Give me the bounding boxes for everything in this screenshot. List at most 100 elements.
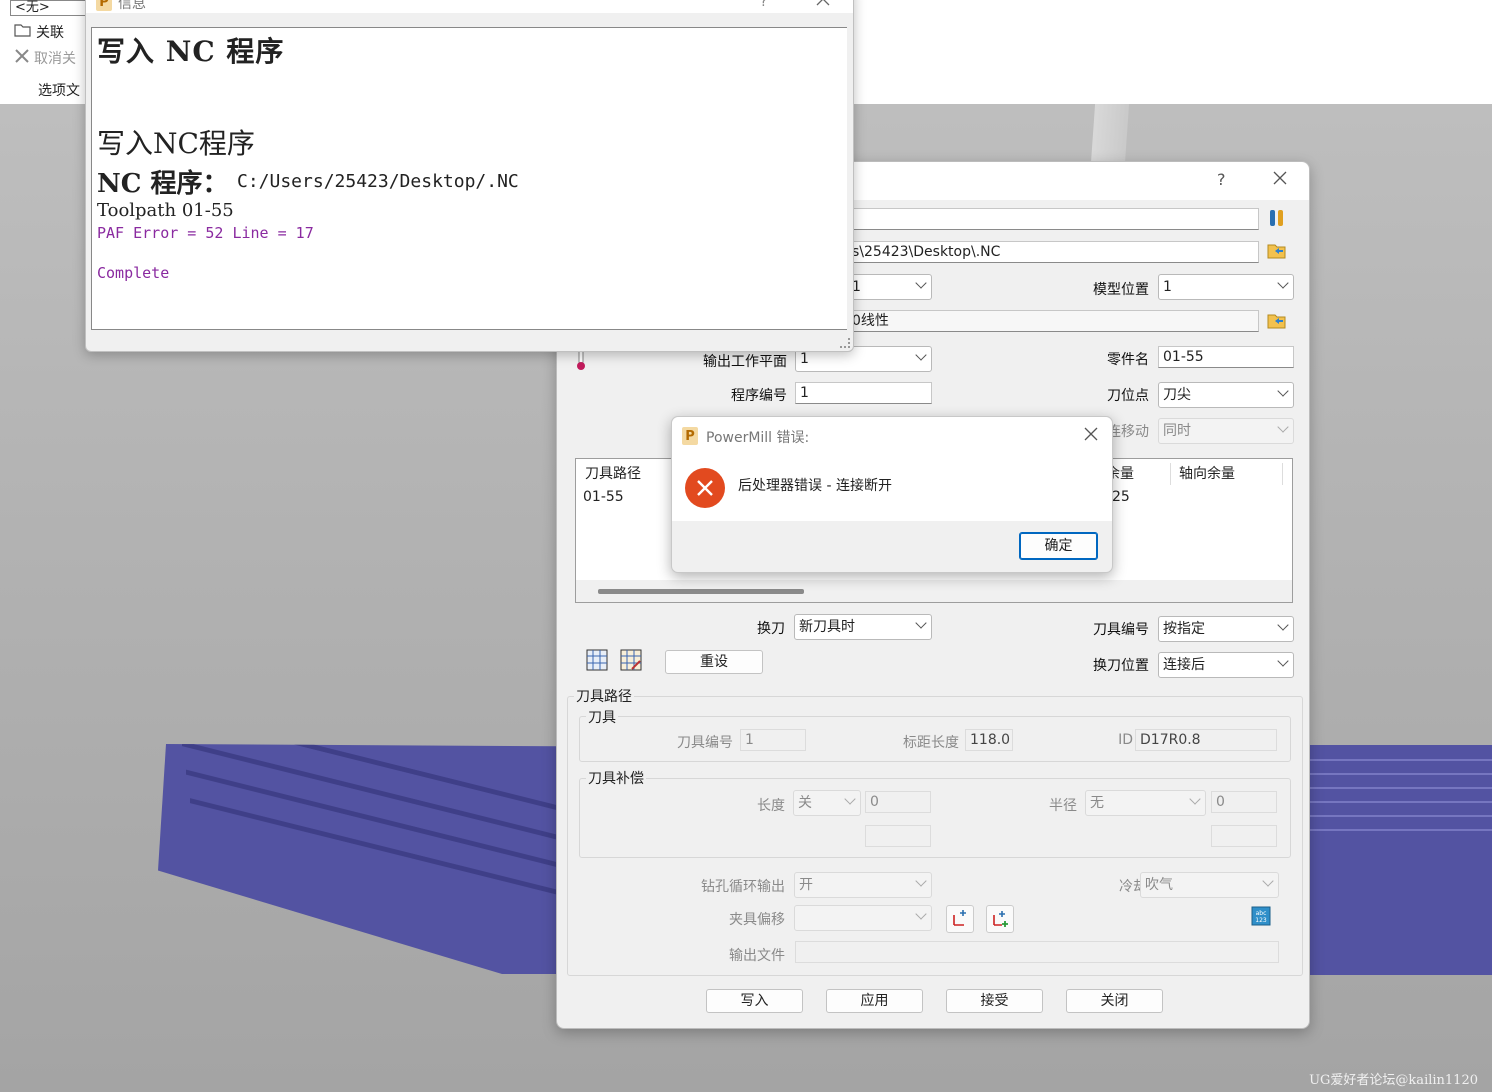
part-name-label: 零件名 [1107,352,1149,368]
program-number-input[interactable]: 1 [795,382,932,404]
tool-change-position-select[interactable]: 连接后 [1158,652,1294,678]
complete-line: Complete [97,264,170,282]
radius-comp-input-2[interactable] [1211,825,1277,847]
tool-id-label: ID [1118,732,1133,748]
tool-change-select[interactable]: 新刀具时 [794,614,932,640]
fixture-offset-label: 夹具偏移 [729,912,785,928]
gauge-length-label: 标距长度 [903,735,959,751]
output-file-label: 输出文件 [729,948,785,964]
radius-comp-input[interactable]: 0 [1211,791,1277,813]
drill-cycle-label: 钻孔循环输出 [701,879,785,895]
close-icon[interactable] [1273,170,1287,189]
assoc-item[interactable]: 关联 [14,22,64,42]
list-item[interactable]: 01-55 [583,489,624,505]
error-icon [684,467,726,513]
write-button[interactable]: 写入 [706,989,803,1013]
grid-edit-icon[interactable] [619,648,643,672]
powermill-logo-icon: P [96,0,112,11]
nc-program-label: NC 程序： [97,169,229,199]
info-title: 信息 [118,0,146,12]
tool-id-input: D17R0.8 [1135,729,1277,751]
resize-grip[interactable] [840,338,850,348]
watermark: UG爱好者论坛@kailin1120 [1309,1073,1478,1088]
output-path-input[interactable]: s\25423\Desktop\.NC [847,241,1259,263]
info-titlebar: P 信息 [86,0,853,13]
selector-dropdown[interactable]: <无> [10,0,90,16]
info-heading: 写入 NC 程序 [97,35,285,68]
tool-settings-icon[interactable] [1265,206,1289,230]
unassoc-item[interactable]: 取消关 [14,48,76,68]
toolpath-group-title: 刀具路径 [574,686,634,706]
svg-text:123: 123 [1255,917,1267,924]
tool-number-mode-select[interactable]: 按指定 [1158,616,1294,642]
tool-point-select[interactable]: 刀尖 [1158,382,1294,408]
paf-error-line: PAF Error = 52 Line = 17 [97,224,314,242]
toolpath-line: Toolpath 01-55 [97,200,234,221]
axis-move-icon[interactable] [946,905,974,933]
list-header-toolpath: 刀具路径 [585,466,641,482]
info-subheading: 写入NC程序 [97,127,255,160]
error-message: 后处理器错误 - 连接断开 [738,478,892,494]
length-comp-input-2[interactable] [865,825,931,847]
length-comp-select[interactable]: 关 [793,790,861,816]
model-pillar [1090,104,1130,164]
tool-number-label: 刀具编号 [677,735,733,751]
tool-group-title: 刀具 [586,707,618,727]
program-number-label: 程序编号 [731,388,787,404]
accept-button[interactable]: 接受 [946,989,1043,1013]
model-position-label: 模型位置 [1093,282,1149,298]
info-content[interactable]: 写入 NC 程序 写入NC程序 NC 程序： C:/Users/25423/De… [91,27,847,330]
reset-button[interactable]: 重设 [665,650,763,674]
output-workplane-label: 输出工作平面 [703,354,787,370]
ok-button[interactable]: 确定 [1019,532,1098,560]
folder-open-icon[interactable] [1265,309,1289,333]
tool-number-mode-label: 刀具编号 [1093,622,1149,638]
powermill-logo-icon: P [682,427,698,445]
folder-open-icon [14,23,32,41]
close-button[interactable]: 关闭 [1066,989,1163,1013]
help-button[interactable]: ? [1217,170,1226,189]
move-mode-select[interactable]: 同时 [1158,418,1294,444]
close-icon [14,48,30,68]
error-dialog-body: P PowerMill 错误: 后处理器错误 - 连接断开 [672,417,1112,521]
close-icon[interactable] [816,0,830,10]
nc-program-path: C:/Users/25423/Desktop/.NC [237,171,519,192]
apply-button[interactable]: 应用 [826,989,923,1013]
fixture-offset-select[interactable] [794,905,932,931]
coolant-select[interactable]: 吹气 [1140,872,1279,898]
svg-text:abc: abc [1256,910,1267,917]
drill-cycle-select[interactable]: 开 [794,872,932,898]
options-file-item[interactable]: 选项文 [38,80,80,100]
row3-select[interactable]: 1 [847,274,932,300]
radius-comp-label: 半径 [1049,798,1077,814]
abc-123-icon[interactable]: abc 123 [1249,904,1273,928]
info-help-button[interactable]: ? [760,0,767,10]
option-file-input[interactable]: 0线性 [847,310,1259,332]
folder-open-icon[interactable] [1265,239,1289,263]
model-position-select[interactable]: 1 [1158,274,1294,300]
length-comp-input[interactable]: 0 [865,791,931,813]
axis-add-icon[interactable] [986,905,1014,933]
info-window: P 信息 写入 NC 程序 写入NC程序 NC 程序： C:/Users/254… [85,0,854,352]
close-icon[interactable] [1084,427,1098,445]
model-right-part [1310,745,1492,975]
tool-change-position-label: 换刀位置 [1093,658,1149,674]
list-header-axial-stock: 轴向余量 [1179,466,1235,482]
program-name-input[interactable] [847,208,1259,230]
error-dialog-title: PowerMill 错误: [706,430,810,446]
explorer-panel: <无> 关联 取消关 选项文 [0,0,90,104]
part-name-input[interactable]: 01-55 [1158,346,1294,368]
length-comp-label: 长度 [757,798,785,814]
coolant-label: 冷却 [1119,879,1147,895]
tool-change-label: 换刀 [757,621,785,637]
gauge-length-input: 118.0 [965,729,1013,751]
grid-view-icon[interactable] [585,648,609,672]
tool-number-input: 1 [740,729,806,751]
radius-comp-select[interactable]: 无 [1085,790,1206,816]
tool-point-label: 刀位点 [1107,388,1149,404]
horizontal-scrollbar[interactable] [598,589,804,594]
error-dialog: P PowerMill 错误: 后处理器错误 - 连接断开 确定 [671,416,1113,573]
list-cell-stock: 25 [1112,489,1130,505]
compensation-group-title: 刀具补偿 [586,768,646,788]
output-file-input [795,941,1279,963]
